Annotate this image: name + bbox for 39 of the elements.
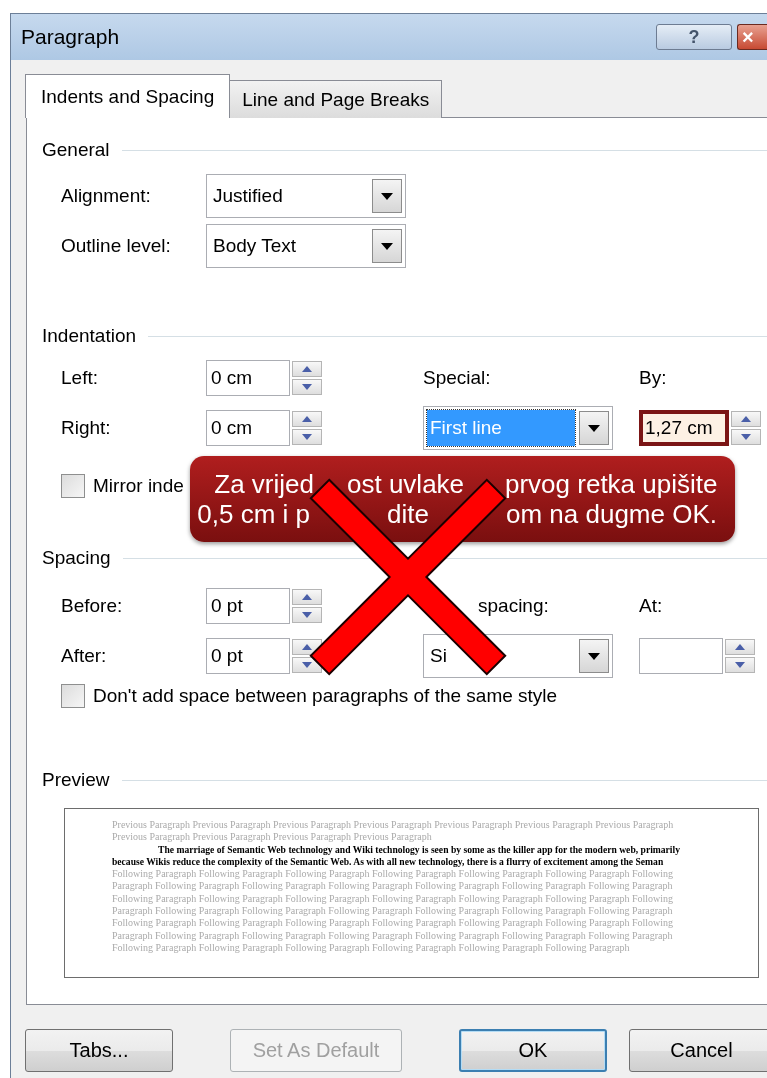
tooltip-text: Za vrijed [214, 469, 314, 499]
dialog-button[interactable]: Cancel [629, 1029, 767, 1072]
tooltip-text: ost uvlake [347, 469, 465, 499]
field-label: Before: [61, 595, 124, 617]
field-label: After: [61, 645, 108, 667]
field-label: Left: [61, 367, 99, 389]
tooltip-text: 0,5 cm i p [197, 499, 310, 529]
field-label: Alignment: [61, 185, 152, 207]
group-heading: General [42, 139, 110, 161]
previous-paragraph-text: Previous Paragraph Previous Paragraph Previous Paragraph Previous Paragraph Previous Paragraph Previous Paragraph Previous Paragraph Previous Paragraph Previous Paragraph Previous Paragraph Previous Paragraph [112, 819, 675, 844]
field-label: Outline level: [61, 235, 172, 257]
number-field[interactable]: 0 pt [206, 588, 290, 624]
number-field[interactable]: 1,27 cm [639, 410, 729, 446]
help-button[interactable]: ? [656, 24, 732, 50]
dropdown[interactable]: Body Text [206, 224, 406, 268]
following-paragraph-text: Following Paragraph Following Paragraph Following Paragraph Following Paragraph Following Paragraph Following Paragraph Following Paragraph Following Paragraph Following Paragraph Following Paragraph Following Paragraph Following Paragraph Following Paragraph Following Paragraph Following Paragraph Following Paragraph Following Paragraph Following Paragraph Following Paragraph Following Paragraph Following Paragraph Following Paragraph Following Paragraph Following Paragraph Following Paragraph Following Paragraph Following Paragraph Following Paragraph Following Paragraph Following Paragraph Following Paragraph Following Paragraph Following Paragraph Following Paragraph Following Paragraph Following Paragraph Following Paragraph Following Paragraph Following Paragraph Following Paragraph Following Paragraph Following Paragraph Following Paragraph Following Paragraph Following Paragraph [112, 868, 675, 955]
window-title: Paragraph [21, 25, 121, 49]
field-label: Special: [423, 367, 492, 389]
group-heading: Indentation [42, 325, 137, 347]
field-label: Right: [61, 417, 112, 439]
tab[interactable]: Indents and Spacing [25, 74, 231, 118]
tooltip-text: dite [387, 499, 429, 529]
tab[interactable]: Line and Page Breaks [229, 80, 443, 118]
field-label: At: [639, 595, 664, 617]
group-heading: Preview [42, 769, 110, 791]
dropdown[interactable]: Justified [206, 174, 406, 218]
number-field[interactable]: 0 cm [206, 410, 290, 446]
sample-paragraph-text: The marriage of Semantic Web technology and Wiki technology is seen by some as the killer app for the modern web, primarily because Wikis reduce the complexity of the Semantic Web. As with all new technology, there is a flurry of excitement among the Seman [112, 843, 680, 869]
dialog-button[interactable]: Tabs... [25, 1029, 173, 1072]
tooltip-text: om na dugme OK. [506, 499, 717, 529]
group-heading: Spacing [42, 547, 111, 569]
checkbox-label: Don't add space between paragraphs of the same style [93, 685, 558, 707]
tooltip-text: prvog retka upišite [505, 469, 718, 499]
field-label: spacing: [477, 595, 550, 617]
dialog-button[interactable]: OK [459, 1029, 607, 1072]
number-field[interactable]: 0 cm [206, 360, 290, 396]
field-label: By: [639, 367, 668, 389]
checkbox-label: Mirror inde [93, 475, 184, 497]
number-field[interactable]: 0 pt [206, 638, 290, 674]
